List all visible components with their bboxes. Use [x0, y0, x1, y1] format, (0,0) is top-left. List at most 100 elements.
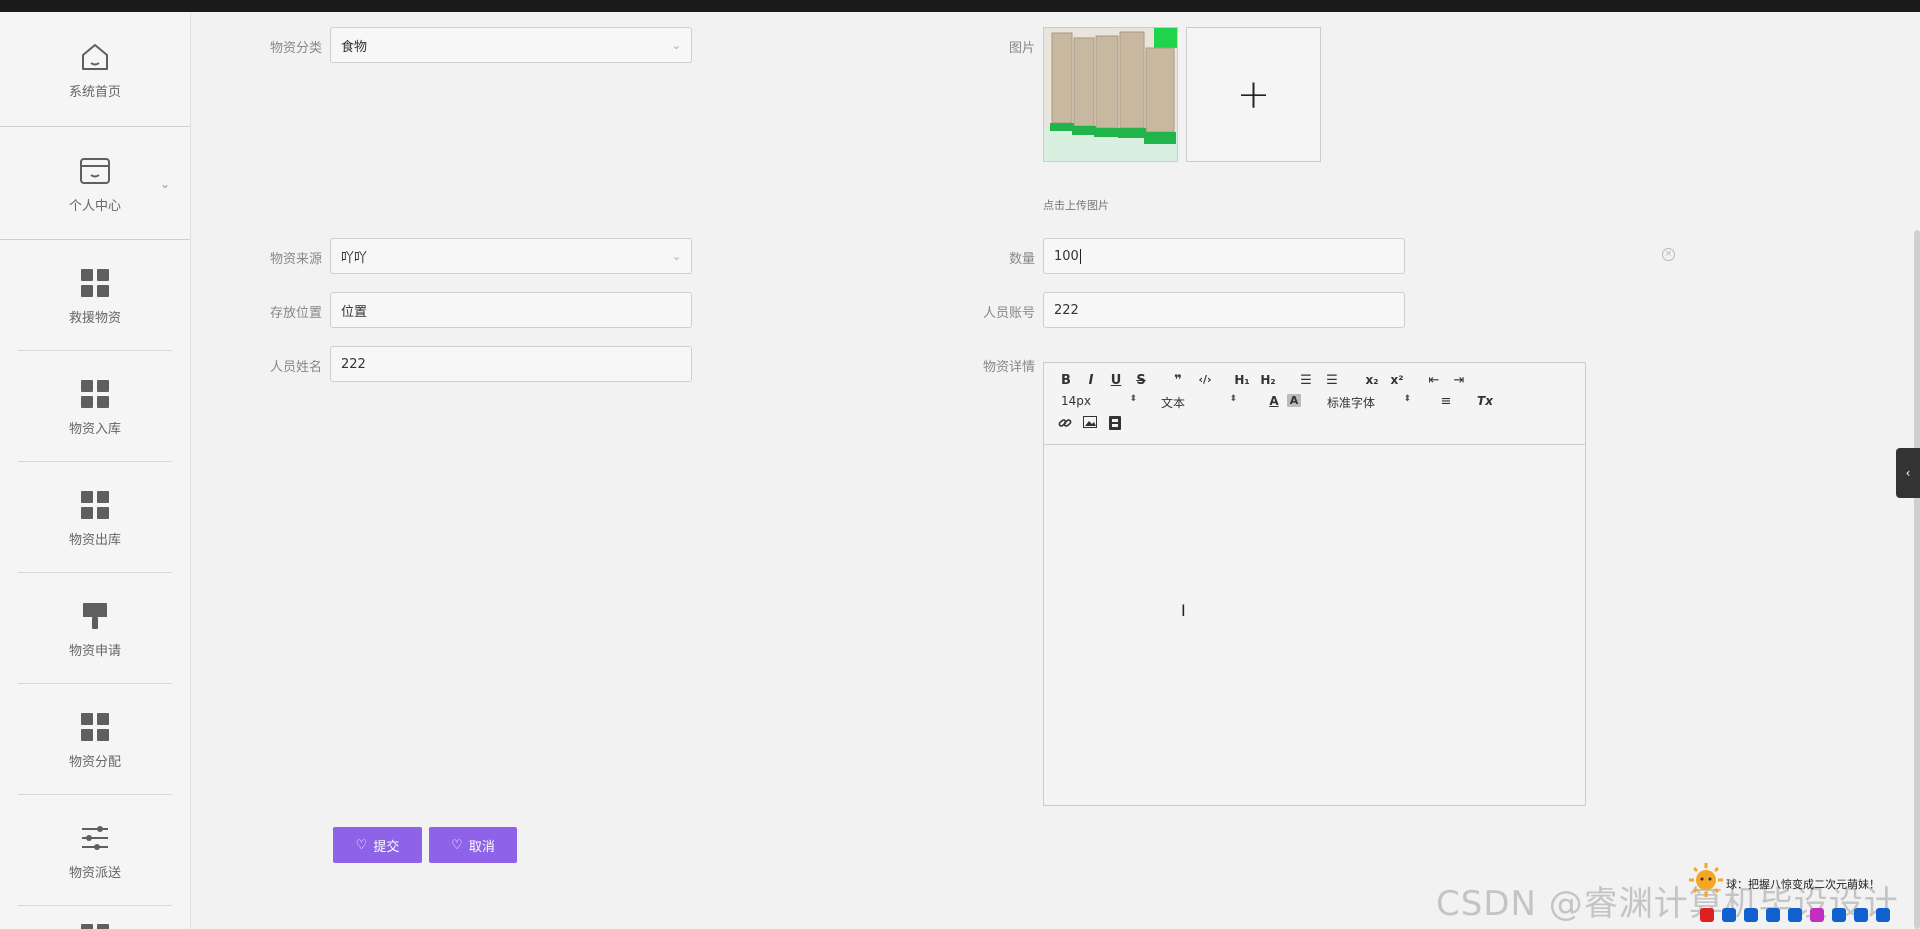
sidebar-item-stock-out[interactable]: 物资出库	[0, 462, 190, 572]
updown-icon: ⬍	[1403, 394, 1411, 404]
sidebar: 系统首页 个人中心 ⌄ 救援物资 物资入库 物资出库 物资申请 物资分配 物资派…	[0, 12, 191, 929]
skin-icon[interactable]	[1810, 908, 1824, 922]
italic-button[interactable]: I	[1081, 373, 1101, 388]
background-color-button[interactable]: A	[1287, 394, 1301, 407]
system-tray	[1700, 905, 1890, 925]
sidebar-item-stock-in[interactable]: 物资入库	[0, 351, 190, 461]
text-cursor-icon: I	[1181, 601, 1186, 620]
upload-tip: 点击上传图片	[1043, 199, 1109, 212]
grid-icon	[77, 376, 113, 412]
account-label: 人员账号	[982, 306, 1035, 321]
top-bar	[0, 0, 1920, 12]
text-caret	[1079, 248, 1081, 264]
quantity-input[interactable]: 100	[1043, 238, 1405, 274]
font-size-value: 14px	[1061, 394, 1091, 408]
home-icon	[77, 39, 113, 75]
ime-icon[interactable]	[1722, 908, 1736, 922]
sidebar-item-personal-center[interactable]: 个人中心 ⌄	[0, 127, 190, 239]
strike-button[interactable]: S	[1131, 373, 1151, 388]
toolbox-icon[interactable]	[1854, 908, 1868, 922]
name-value: 222	[341, 356, 366, 372]
heart-icon: ♡	[355, 837, 368, 853]
sidebar-item-supply-request[interactable]: 物资申请	[0, 573, 190, 683]
sidebar-item-label: 物资申请	[68, 643, 121, 659]
microphone-icon[interactable]	[1766, 908, 1780, 922]
format-select[interactable]: 文本 ⬍	[1161, 394, 1237, 411]
font-family-value: 标准字体	[1327, 396, 1376, 410]
superscript-button[interactable]: x²	[1387, 373, 1407, 387]
cancel-button[interactable]: ♡ 取消	[429, 827, 517, 863]
sidebar-item-label: 物资入库	[68, 421, 121, 437]
scrollbar[interactable]	[1914, 230, 1920, 929]
grid-icon	[77, 920, 113, 929]
subscript-button[interactable]: x₂	[1362, 373, 1382, 387]
submit-label: 提交	[373, 839, 400, 855]
link-icon[interactable]	[1055, 416, 1075, 434]
video-icon[interactable]	[1105, 416, 1125, 434]
sun-mascot-icon[interactable]	[1688, 862, 1724, 898]
rich-text-editor: B I U S ❞ ‹/› H₁ H₂ ☰ ☰ x₂ x² ⇤ ⇥ 14px ⬍ …	[1043, 362, 1586, 806]
bold-button[interactable]: B	[1056, 373, 1076, 388]
sidebar-item-label: 个人中心	[68, 198, 121, 214]
clear-icon[interactable]: ×	[1662, 248, 1675, 261]
h1-button[interactable]: H₁	[1232, 373, 1252, 387]
align-button[interactable]: ≡	[1436, 394, 1456, 409]
location-value: 位置	[341, 304, 368, 320]
sliders-icon	[77, 820, 113, 856]
sidebar-item-more[interactable]	[0, 906, 190, 929]
category-label: 物资分类	[269, 41, 322, 56]
sidebar-item-delivery[interactable]: 物资派送	[0, 795, 190, 905]
clean-format-button[interactable]: Tx	[1475, 394, 1495, 408]
name-label: 人员姓名	[269, 360, 322, 375]
details-label: 物资详情	[982, 360, 1035, 375]
sogou-icon[interactable]	[1700, 908, 1714, 922]
chevron-down-icon: ⌄	[671, 39, 681, 52]
name-input[interactable]: 222	[330, 346, 692, 382]
source-label: 物资来源	[269, 252, 322, 267]
font-size-select[interactable]: 14px ⬍	[1061, 394, 1137, 408]
brush-icon	[77, 598, 113, 634]
punctuation-icon[interactable]	[1744, 908, 1758, 922]
bullet-list-button[interactable]: ☰	[1322, 373, 1342, 388]
editor-content[interactable]: I	[1044, 445, 1585, 805]
code-button[interactable]: ‹/›	[1195, 373, 1215, 386]
sidebar-item-label: 物资分配	[68, 754, 121, 770]
sidebar-item-label: 系统首页	[68, 84, 121, 100]
sidebar-item-label: 物资出库	[68, 532, 121, 548]
account-value: 222	[1054, 302, 1079, 318]
image-icon[interactable]	[1080, 416, 1100, 432]
category-value: 食物	[341, 39, 368, 55]
editor-toolbar: B I U S ❞ ‹/› H₁ H₂ ☰ ☰ x₂ x² ⇤ ⇥ 14px ⬍ …	[1044, 363, 1585, 445]
collapse-panel-button[interactable]: ‹	[1896, 448, 1920, 498]
image-label: 图片	[1008, 41, 1035, 56]
location-label: 存放位置	[269, 306, 322, 321]
sidebar-item-home[interactable]: 系统首页	[0, 12, 190, 126]
ordered-list-button[interactable]: ☰	[1296, 373, 1316, 388]
underline-button[interactable]: U	[1106, 373, 1126, 388]
chevron-down-icon: ⌄	[671, 250, 681, 263]
keyboard-icon[interactable]	[1788, 908, 1802, 922]
submit-button[interactable]: ♡ 提交	[333, 827, 422, 863]
outdent-button[interactable]: ⇤	[1424, 373, 1444, 388]
category-select[interactable]: 食物 ⌄	[330, 27, 692, 63]
grid-icon	[77, 487, 113, 523]
updown-icon: ⬍	[1129, 394, 1137, 404]
account-input[interactable]: 222	[1043, 292, 1405, 328]
uploaded-image[interactable]	[1043, 27, 1178, 162]
emoji-icon[interactable]	[1832, 908, 1846, 922]
widget-message: 球：把握八惊变成二次元萌妹！	[1726, 878, 1880, 891]
indent-button[interactable]: ⇥	[1449, 373, 1469, 388]
settings-icon[interactable]	[1876, 908, 1890, 922]
sidebar-item-allocation[interactable]: 物资分配	[0, 684, 190, 794]
source-select[interactable]: 吖吖 ⌄	[330, 238, 692, 274]
sidebar-item-rescue-supplies[interactable]: 救援物资	[0, 240, 190, 350]
updown-icon: ⬍	[1229, 394, 1237, 404]
sidebar-item-label: 救援物资	[68, 310, 121, 326]
h2-button[interactable]: H₂	[1258, 373, 1278, 387]
image-upload-button[interactable]: +	[1186, 27, 1321, 162]
location-input[interactable]: 位置	[330, 292, 692, 328]
blockquote-button[interactable]: ❞	[1168, 373, 1188, 388]
font-color-button[interactable]: A	[1264, 394, 1284, 408]
font-family-select[interactable]: 标准字体 ⬍	[1327, 394, 1411, 411]
sidebar-item-label: 物资派送	[68, 865, 121, 881]
